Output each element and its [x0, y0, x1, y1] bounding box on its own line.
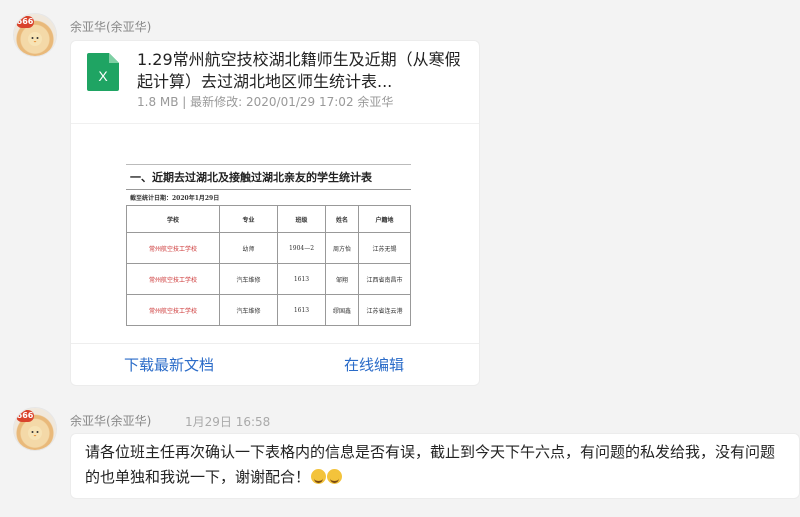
- table-row: 常州航空技工学校 汽车维修 1613 邹翔 江西省南昌市: [126, 263, 411, 295]
- table-cell: 周方怡: [325, 232, 359, 264]
- sheet-heading: 一、近期去过湖北及接触过湖北亲友的学生统计表: [126, 164, 411, 190]
- avatar-badge: 666: [16, 16, 34, 28]
- table-cell: 1613: [277, 294, 326, 326]
- table-cell: 邹翔: [325, 263, 359, 295]
- svg-text:X: X: [98, 68, 108, 84]
- table-cell: 汽车维修: [219, 294, 278, 326]
- message-timestamp: 1月29日 16:58: [185, 415, 271, 429]
- column-header: 班级: [277, 205, 326, 233]
- excel-file-icon: X: [87, 53, 119, 91]
- chick-icon: [28, 426, 42, 440]
- table-cell: 常州航空技工学校: [126, 294, 220, 326]
- table-cell: 江西省南昌市: [358, 263, 411, 295]
- grin-emoji-icon: [311, 469, 327, 484]
- column-header: 户籍地: [358, 205, 411, 233]
- table-cell: 1613: [277, 263, 326, 295]
- file-meta: 1.8 MB | 最新修改: 2020/01/29 17:02 余亚华: [137, 95, 394, 109]
- preview-table: 学校 专业 班级 姓名 户籍地 常州航空技工学校 幼师 1904—2 周方怡 江…: [126, 205, 411, 326]
- message-text-block: 请各位班主任再次确认一下表格内的信息是否有误，截止到今天下午六点，有问题的私发给…: [85, 440, 785, 490]
- download-button[interactable]: 下载最新文档: [124, 354, 214, 375]
- file-card[interactable]: X 1.29常州航空技校湖北籍师生及近期（从寒假起计算）去过湖北地区师生统计表.…: [70, 40, 480, 386]
- message-text: 请各位班主任再次确认一下表格内的信息是否有误，截止到今天下午六点，有问题的私发给…: [85, 443, 776, 486]
- column-header: 专业: [219, 205, 278, 233]
- table-header-row: 学校 专业 班级 姓名 户籍地: [126, 205, 411, 233]
- spreadsheet-preview: 一、近期去过湖北及接触过湖北亲友的学生统计表 截至统计日期：2020年1月29日…: [126, 164, 411, 326]
- table-cell: 缪国鑫: [325, 294, 359, 326]
- table-cell: 汽车维修: [219, 263, 278, 295]
- avatar[interactable]: 666: [14, 408, 56, 450]
- avatar-badge: 666: [16, 410, 34, 422]
- column-header: 姓名: [325, 205, 359, 233]
- table-row: 常州航空技工学校 汽车维修 1613 缪国鑫 江苏省连云港: [126, 294, 411, 326]
- edit-online-button[interactable]: 在线编辑: [344, 354, 404, 375]
- sender-name: 余亚华(余亚华): [70, 20, 152, 34]
- table-cell: 常州航空技工学校: [126, 263, 220, 295]
- file-preview[interactable]: 一、近期去过湖北及接触过湖北亲友的学生统计表 截至统计日期：2020年1月29日…: [71, 123, 479, 344]
- table-cell: 常州航空技工学校: [126, 232, 220, 264]
- table-cell: 1904—2: [277, 232, 326, 264]
- chick-icon: [28, 32, 42, 46]
- file-actions: 下载最新文档 在线编辑: [71, 343, 479, 386]
- table-row: 常州航空技工学校 幼师 1904—2 周方怡 江苏无锡: [126, 232, 411, 264]
- message-bubble[interactable]: 请各位班主任再次确认一下表格内的信息是否有误，截止到今天下午六点，有问题的私发给…: [70, 433, 800, 499]
- sender-name: 余亚华(余亚华): [70, 414, 152, 428]
- avatar[interactable]: 666: [14, 14, 56, 56]
- table-cell: 幼师: [219, 232, 278, 264]
- file-title[interactable]: 1.29常州航空技校湖北籍师生及近期（从寒假起计算）去过湖北地区师生统计表...: [137, 49, 467, 93]
- sheet-date-line: 截至统计日期：2020年1月29日: [130, 195, 220, 202]
- table-cell: 江苏省连云港: [358, 294, 411, 326]
- column-header: 学校: [126, 205, 220, 233]
- table-cell: 江苏无锡: [358, 232, 411, 264]
- grin-emoji-icon: [327, 469, 343, 484]
